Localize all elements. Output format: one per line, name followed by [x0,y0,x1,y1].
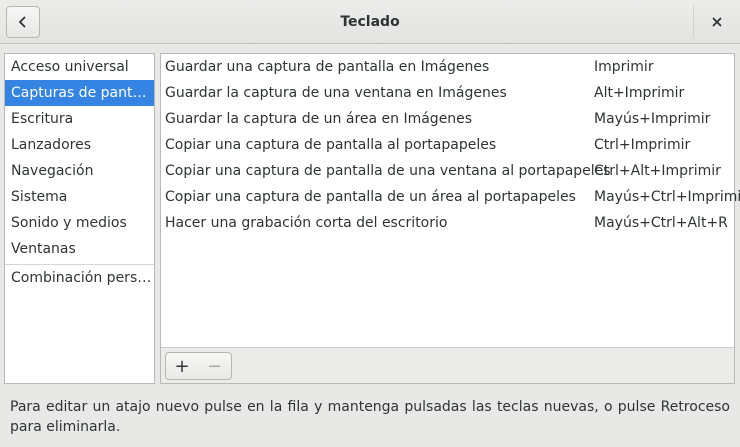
shortcut-action: Guardar la captura de una ventana en Imá… [165,85,507,101]
shortcut-row[interactable]: Copiar una captura de pantalla de un áre… [161,184,740,210]
shortcut-action: Guardar la captura de un área en Imágene… [165,111,473,127]
remove-shortcut-button[interactable]: − [198,352,232,380]
sidebar-item-navegacion[interactable]: Navegación [5,158,154,184]
close-button[interactable] [700,6,734,38]
shortcut-row[interactable]: Guardar una captura de pantalla en Imáge… [161,54,734,80]
add-shortcut-button[interactable]: + [165,352,199,380]
shortcut-action: Copiar una captura de pantalla al portap… [165,137,497,153]
sidebar-item-lanzadores[interactable]: Lanzadores [5,132,154,158]
shortcut-keys: Alt+Imprimir [594,85,685,101]
window-title: Teclado [340,14,400,30]
close-icon [712,17,722,27]
shortcut-action: Hacer una grabación corta del escritorio [165,215,448,231]
shortcut-keys: Ctrl+Alt+Imprimir [594,163,721,179]
sidebar-item-acceso-universal[interactable]: Acceso universal [5,54,154,80]
sidebar-item-sistema[interactable]: Sistema [5,184,154,210]
shortcut-keys: Mayús+Imprimir [594,111,711,127]
shortcut-row[interactable]: Hacer una grabación corta del escritorio… [161,210,734,236]
list-toolbar: + − [161,347,734,383]
shortcut-action: Guardar una captura de pantalla en Imáge… [165,59,490,75]
shortcut-keys: Imprimir [594,59,654,75]
header-bar: Teclado [0,0,740,44]
sidebar-item-combinacion-personalizada[interactable]: Combinación personalizada [5,265,154,291]
sidebar-item-ventanas[interactable]: Ventanas [5,236,154,262]
sidebar-item-capturas-de-pantalla[interactable]: Capturas de pantalla [5,80,154,106]
shortcut-keys: Ctrl+Imprimir [594,137,691,153]
category-sidebar: Acceso universal Capturas de pantalla Es… [4,53,155,384]
shortcut-action: Copiar una captura de pantalla de un áre… [165,189,576,205]
shortcut-keys: Mayús+Ctrl+Alt+R [594,215,728,231]
sidebar-item-escritura[interactable]: Escritura [5,106,154,132]
shortcut-action: Copiar una captura de pantalla de una ve… [165,163,611,179]
help-text: Para editar un atajo nuevo pulse en la f… [10,399,730,435]
header-separator [693,6,694,38]
shortcut-keys: Mayús+Ctrl+Imprimir [594,189,740,205]
shortcut-row[interactable]: Copiar una captura de pantalla de una ve… [161,158,734,184]
sidebar-item-sonido-y-medios[interactable]: Sonido y medios [5,210,154,236]
shortcut-row[interactable]: Guardar la captura de un área en Imágene… [161,106,734,132]
shortcut-row[interactable]: Copiar una captura de pantalla al portap… [161,132,734,158]
shortcut-row[interactable]: Guardar la captura de una ventana en Imá… [161,80,734,106]
shortcut-list: Guardar una captura de pantalla en Imáge… [160,53,740,384]
